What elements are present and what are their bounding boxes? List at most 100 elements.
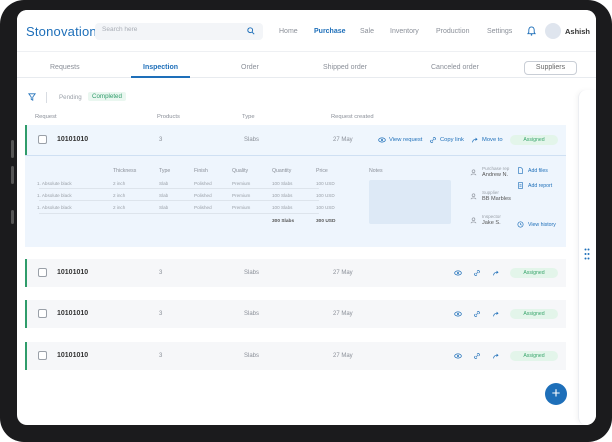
filter-icon[interactable] bbox=[28, 93, 36, 101]
nav-production[interactable]: Production bbox=[436, 28, 469, 35]
inspector-label: Inspector bbox=[482, 214, 501, 219]
user-icon bbox=[470, 217, 477, 224]
item-quantity: 100 Slabs bbox=[272, 193, 293, 198]
eye-icon[interactable] bbox=[454, 310, 462, 318]
filter-completed[interactable]: Completed bbox=[88, 92, 126, 101]
active-tab-indicator bbox=[131, 76, 190, 78]
suppliers-button[interactable]: Suppliers bbox=[524, 61, 577, 75]
add-button[interactable]: + bbox=[545, 383, 567, 405]
notes-label: Notes bbox=[369, 168, 383, 174]
item-quality: Premium bbox=[232, 205, 251, 210]
row-checkbox[interactable] bbox=[38, 268, 47, 277]
item-type: Slab bbox=[159, 181, 169, 186]
nav-inventory[interactable]: Inventory bbox=[390, 28, 419, 35]
side-button bbox=[11, 210, 14, 224]
forward-icon[interactable] bbox=[492, 352, 500, 360]
view-history-link[interactable]: View history bbox=[528, 222, 556, 228]
status-badge: Assigned bbox=[510, 309, 558, 319]
search-input[interactable]: Search here bbox=[95, 23, 263, 40]
item-thickness: 2 inch bbox=[113, 205, 126, 210]
row-products: 3 bbox=[159, 270, 163, 276]
nav-settings[interactable]: Settings bbox=[487, 28, 512, 35]
forward-icon[interactable] bbox=[492, 269, 500, 277]
add-files-link[interactable]: Add files bbox=[528, 168, 548, 174]
eye-icon[interactable] bbox=[378, 136, 386, 144]
purchase-rep-name: Andrew N. bbox=[482, 172, 509, 178]
table-row[interactable]: 10101010 3 Slabs 27 May Assigned bbox=[25, 259, 566, 287]
row-checkbox[interactable] bbox=[38, 351, 47, 360]
eye-icon[interactable] bbox=[454, 269, 462, 277]
item-thickness: 2 inch bbox=[113, 193, 126, 198]
row-checkbox[interactable] bbox=[38, 135, 47, 144]
move-to-button[interactable]: Move to bbox=[482, 137, 503, 143]
bell-icon[interactable] bbox=[527, 26, 536, 36]
total-price: 300 USD bbox=[316, 219, 336, 224]
app-screen: Stonovation Search here Home Purchase Sa… bbox=[17, 10, 596, 425]
row-created: 27 May bbox=[333, 353, 353, 359]
history-icon[interactable] bbox=[517, 221, 524, 228]
tab-canceled-order[interactable]: Canceled order bbox=[431, 64, 479, 71]
link-icon[interactable] bbox=[429, 136, 437, 144]
item-price: 100 USD bbox=[316, 193, 335, 198]
file-icon[interactable] bbox=[517, 167, 524, 174]
forward-icon[interactable] bbox=[471, 136, 479, 144]
item-quality: Premium bbox=[232, 193, 251, 198]
avatar[interactable] bbox=[545, 23, 561, 39]
row-products: 3 bbox=[159, 353, 163, 359]
tab-requests[interactable]: Requests bbox=[50, 64, 80, 71]
drag-handle-icon[interactable] bbox=[584, 248, 590, 260]
user-name[interactable]: Ashish bbox=[565, 27, 590, 36]
table-row[interactable]: 10101010 3 Slabs 27 May View request Cop… bbox=[25, 125, 566, 155]
item-finish: Polished bbox=[194, 205, 212, 210]
detail-header-finish: Finish bbox=[194, 168, 208, 174]
link-icon[interactable] bbox=[473, 310, 481, 318]
header-products: Products bbox=[157, 114, 180, 120]
nav-purchase[interactable]: Purchase bbox=[314, 28, 346, 35]
status-badge: Assigned bbox=[510, 351, 558, 361]
row-created: 27 May bbox=[333, 137, 353, 143]
row-type: Slabs bbox=[244, 137, 260, 143]
inspector-name: Jake S. bbox=[482, 220, 501, 226]
tab-shipped-order[interactable]: Shipped order bbox=[323, 64, 367, 71]
supplier-label: Supplier bbox=[482, 190, 499, 195]
link-icon[interactable] bbox=[473, 269, 481, 277]
filter-divider bbox=[46, 92, 47, 103]
report-icon[interactable] bbox=[517, 182, 524, 189]
row-checkbox[interactable] bbox=[38, 309, 47, 318]
notes-field[interactable] bbox=[369, 180, 451, 224]
item-finish: Polished bbox=[194, 193, 212, 198]
row-products: 3 bbox=[159, 311, 163, 317]
table-row[interactable]: 10101010 3 Slabs 27 May Assigned bbox=[25, 342, 566, 370]
search-icon[interactable] bbox=[247, 27, 255, 35]
status-badge: Assigned bbox=[510, 135, 558, 145]
filter-pending[interactable]: Pending bbox=[59, 94, 82, 101]
row-request-id: 10101010 bbox=[57, 352, 89, 359]
nav-sale[interactable]: Sale bbox=[360, 28, 374, 35]
nav-home[interactable]: Home bbox=[279, 28, 298, 35]
link-icon[interactable] bbox=[473, 352, 481, 360]
volume-up-button bbox=[11, 140, 14, 158]
item-quantity: 100 Slabs bbox=[272, 205, 293, 210]
detail-header-price: Price bbox=[316, 168, 328, 174]
eye-icon[interactable] bbox=[454, 352, 462, 360]
tab-inspection[interactable]: Inspection bbox=[143, 64, 178, 71]
header-type: Type bbox=[242, 114, 255, 120]
row-created: 27 May bbox=[333, 311, 353, 317]
volume-down-button bbox=[11, 166, 14, 184]
forward-icon[interactable] bbox=[492, 310, 500, 318]
supplier-name: BB Marbles bbox=[482, 196, 511, 202]
tab-order[interactable]: Order bbox=[241, 64, 259, 71]
item-divider bbox=[39, 188, 319, 189]
table-row[interactable]: 10101010 3 Slabs 27 May Assigned bbox=[25, 300, 566, 328]
add-report-link[interactable]: Add report bbox=[528, 183, 552, 189]
row-request-id: 10101010 bbox=[57, 269, 89, 276]
copy-link-button[interactable]: Copy link bbox=[440, 137, 464, 143]
tablet-frame: Stonovation Search here Home Purchase Sa… bbox=[0, 0, 612, 442]
item-name: 1. Absolute black bbox=[37, 205, 72, 210]
top-bar: Stonovation Search here Home Purchase Sa… bbox=[17, 10, 596, 52]
detail-header-thickness: Thickness bbox=[113, 168, 137, 174]
row-request-id: 10101010 bbox=[57, 310, 89, 317]
app-logo[interactable]: Stonovation bbox=[26, 24, 97, 39]
item-price: 100 USD bbox=[316, 181, 335, 186]
view-request-link[interactable]: View request bbox=[389, 137, 422, 143]
